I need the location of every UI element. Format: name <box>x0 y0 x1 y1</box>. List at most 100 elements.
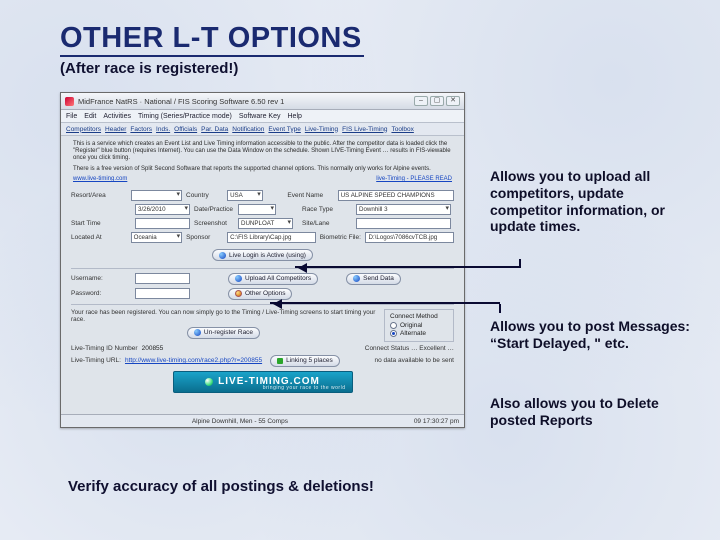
register-note: Your race has been registered. You can n… <box>71 309 376 323</box>
other-options-button[interactable]: Other Options <box>228 288 292 300</box>
send-data-button[interactable]: Send Data <box>346 273 401 285</box>
annotation-messages: Allows you to post Messages: “Start Dela… <box>490 318 700 352</box>
progress-label: Linking 5 places <box>286 357 333 364</box>
label-sponsorfile: Sponsor <box>186 234 223 241</box>
tb-livetiming[interactable]: Live-Timing <box>305 126 338 133</box>
footer-note: Verify accuracy of all postings & deleti… <box>68 478 374 495</box>
gear-icon <box>235 290 242 297</box>
window-title-text: MidFrance NatRS · National / FIS Scoring… <box>78 97 414 106</box>
undo-icon <box>194 329 201 336</box>
tb-pardata[interactable]: Par. Data <box>201 126 228 133</box>
label-starttime: Start Time <box>71 220 131 227</box>
status-bar: Alpine Downhill, Men - 55 Comps 09 17:30… <box>61 414 464 427</box>
progress-icon <box>277 358 283 364</box>
radio-alternate[interactable]: Alternate <box>390 330 448 337</box>
page-title: OTHER L-T OPTIONS <box>60 22 364 57</box>
progress-chip: Linking 5 places <box>270 355 340 367</box>
window-close-button[interactable]: ✕ <box>446 96 460 106</box>
status-right: 09 17:30:27 pm <box>414 418 459 425</box>
arrow-to-upload <box>295 266 520 268</box>
tb-officials[interactable]: Officials <box>174 126 197 133</box>
lt-id-value: 200855 <box>142 345 164 352</box>
input-starttime[interactable] <box>135 218 190 229</box>
tb-header[interactable]: Header <box>105 126 126 133</box>
annotation-delete: Also allows you to Delete posted Reports <box>490 395 700 429</box>
lt-id-label: Live-Timing ID Number <box>71 345 138 352</box>
toolbar: Competitors Header Factors Inds. Officia… <box>61 123 464 136</box>
banner-subtext: bringing your race to the world <box>263 385 346 391</box>
radio-original[interactable]: Original <box>390 322 448 329</box>
upload-icon <box>235 275 242 282</box>
send-data-label: Send Data <box>363 275 394 282</box>
unregister-label: Un-register Race <box>204 329 253 336</box>
label-password: Password: <box>71 290 131 297</box>
intro-link-read[interactable]: live-Timing - PLEASE READ <box>376 176 452 183</box>
send-icon <box>353 275 360 282</box>
tb-notification[interactable]: Notification <box>232 126 264 133</box>
label-eventname: Event Name <box>287 192 333 199</box>
label-located: Located At <box>71 234 127 241</box>
form-area: Resort/Area Country USA Event Name US AL… <box>61 185 464 393</box>
other-options-label: Other Options <box>245 290 285 297</box>
tb-toolbox[interactable]: Toolbox <box>391 126 413 133</box>
select-date[interactable]: 3/26/2010 <box>135 204 190 215</box>
tb-inds[interactable]: Inds. <box>156 126 170 133</box>
led-icon <box>205 378 213 386</box>
lt-link-label: Live-Timing URL: <box>71 357 121 364</box>
select-located[interactable]: Oceania <box>131 232 182 243</box>
status-left: Alpine Downhill, Men - 55 Comps <box>66 418 414 425</box>
label-racetype: Race Type <box>302 206 352 213</box>
label-resort: Resort/Area <box>71 192 127 199</box>
select-sponsor[interactable]: DUNPLOAT <box>238 218 293 229</box>
annotation-upload: Allows you to upload all competitors, up… <box>490 168 700 235</box>
conn-sub: no data available to be sent <box>374 357 454 364</box>
menu-activities[interactable]: Activities <box>103 113 131 120</box>
label-biofile: Biometric File: <box>320 234 362 241</box>
input-sponsorfile[interactable]: C:\FIS Library\Cap.jpg <box>227 232 316 243</box>
radio-group-title: Connect Method <box>390 313 448 320</box>
menu-file[interactable]: File <box>66 113 77 120</box>
conn-status: Connect Status … Excellent … <box>365 345 454 352</box>
intro-text-2: There is a free version of Split Second … <box>73 166 452 173</box>
menu-timing[interactable]: Timing (Series/Practice mode) <box>138 113 232 120</box>
menu-bar: File Edit Activities Timing (Series/Prac… <box>61 110 464 123</box>
page-subtitle: (After race is registered!) <box>60 60 238 77</box>
input-username[interactable] <box>135 273 190 284</box>
menu-software-key[interactable]: Software Key <box>239 113 281 120</box>
app-icon <box>65 97 74 106</box>
live-timing-banner[interactable]: LIVE-TIMING.COM bringing your race to th… <box>173 371 353 393</box>
login-status-label: Live Login is Active (using) <box>229 252 306 259</box>
label-sponsor: Screenshot <box>194 220 234 227</box>
menu-edit[interactable]: Edit <box>84 113 96 120</box>
label-username: Username: <box>71 275 131 282</box>
lt-link-value[interactable]: http://www.live-timing.com/race2.php?r=2… <box>125 357 262 364</box>
input-eventname[interactable]: US ALPINE SPEED CHAMPIONS <box>338 190 454 201</box>
menu-help[interactable]: Help <box>288 113 302 120</box>
input-biofile[interactable]: D:\Logos\7086cvTCB.jpg <box>365 232 454 243</box>
window-maximize-button[interactable]: ▢ <box>430 96 444 106</box>
input-password[interactable] <box>135 288 190 299</box>
tb-fislivetiming[interactable]: FIS Live-Timing <box>342 126 387 133</box>
input-station[interactable] <box>356 218 451 229</box>
lock-icon <box>219 252 226 259</box>
login-status-button[interactable]: Live Login is Active (using) <box>212 249 313 261</box>
window-titlebar: MidFrance NatRS · National / FIS Scoring… <box>61 93 464 110</box>
upload-all-button[interactable]: Upload All Competitors <box>228 273 318 285</box>
unregister-button[interactable]: Un-register Race <box>187 327 260 339</box>
intro-link-site[interactable]: www.live-timing.com <box>73 176 127 183</box>
intro-block: This is a service which creates an Event… <box>61 136 464 185</box>
tb-factors[interactable]: Factors <box>130 126 152 133</box>
label-station: Site/Lane <box>302 220 352 227</box>
arrow-to-other <box>270 302 500 304</box>
select-racetype[interactable]: Downhill 3 <box>356 204 451 215</box>
app-window: MidFrance NatRS · National / FIS Scoring… <box>60 92 465 428</box>
label-period: Date/Practice <box>194 206 234 213</box>
select-resort[interactable] <box>131 190 182 201</box>
select-country[interactable]: USA <box>227 190 263 201</box>
select-period[interactable] <box>238 204 276 215</box>
tb-competitors[interactable]: Competitors <box>66 126 101 133</box>
upload-all-label: Upload All Competitors <box>245 275 311 282</box>
window-minimize-button[interactable]: – <box>414 96 428 106</box>
tb-eventtype[interactable]: Event Type <box>268 126 300 133</box>
intro-text-1: This is a service which creates an Event… <box>73 141 452 163</box>
